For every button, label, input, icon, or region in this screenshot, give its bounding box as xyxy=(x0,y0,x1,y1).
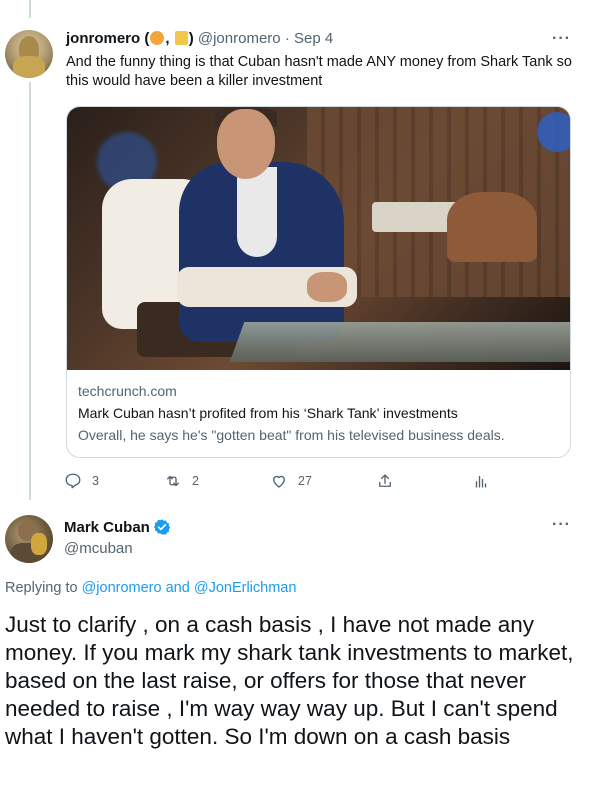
scroll-icon xyxy=(174,31,188,45)
tweet1-handle[interactable]: @jonromero xyxy=(198,30,281,47)
replying-to: Replying to @jonromero and @JonErlichman xyxy=(5,580,297,596)
tweet1-text: And the funny thing is that Cuban hasn't… xyxy=(66,54,572,89)
replying-user-link[interactable]: @jonromero xyxy=(82,580,162,596)
card-domain: techcrunch.com xyxy=(78,383,177,399)
separator-dot: · xyxy=(284,30,290,47)
link-card[interactable]: techcrunch.com Mark Cuban hasn’t profite… xyxy=(66,106,571,458)
card-description: Overall, he says he's "gotten beat" from… xyxy=(78,427,505,443)
heart-icon xyxy=(273,475,285,488)
like-count: 27 xyxy=(298,474,312,488)
tweet2-more-button[interactable]: ··· xyxy=(552,516,571,534)
tweet1-actions: 3 2 27 xyxy=(64,472,487,492)
retweet-icon xyxy=(167,475,179,487)
reply-count: 3 xyxy=(92,474,99,488)
lollipop-icon xyxy=(150,31,165,45)
tweet1-author-name[interactable]: jonromero (, ) xyxy=(66,30,194,47)
share-button[interactable] xyxy=(376,472,404,490)
tweet2-author-name[interactable]: Mark Cuban xyxy=(64,518,171,536)
share-icon xyxy=(379,474,391,487)
tweet2-text: Just to clarify , on a cash basis , I ha… xyxy=(5,612,574,749)
thread-line xyxy=(29,82,31,500)
avatar-jonromero[interactable] xyxy=(5,30,53,78)
analytics-button[interactable] xyxy=(472,472,500,490)
like-button[interactable]: 27 xyxy=(270,472,312,490)
tweet1-more-button[interactable]: ··· xyxy=(552,30,571,48)
retweet-count: 2 xyxy=(192,474,199,488)
reply-button[interactable]: 3 xyxy=(64,472,99,490)
tweet2-handle[interactable]: @mcuban xyxy=(64,540,133,557)
tweet1-header: jonromero (, ) @jonromero · Sep 4 xyxy=(66,30,333,47)
card-image[interactable] xyxy=(67,107,570,370)
replying-user-link[interactable]: @JonErlichman xyxy=(194,580,297,596)
verified-badge-icon xyxy=(153,519,171,535)
thread-line-top xyxy=(29,0,31,18)
tweet1-date[interactable]: Sep 4 xyxy=(294,30,333,47)
analytics-icon xyxy=(475,475,487,488)
card-title: Mark Cuban hasn’t profited from his ‘Sha… xyxy=(78,405,458,421)
retweet-button[interactable]: 2 xyxy=(164,472,199,490)
avatar-mcuban[interactable] xyxy=(5,515,53,563)
reply-icon xyxy=(65,473,81,489)
